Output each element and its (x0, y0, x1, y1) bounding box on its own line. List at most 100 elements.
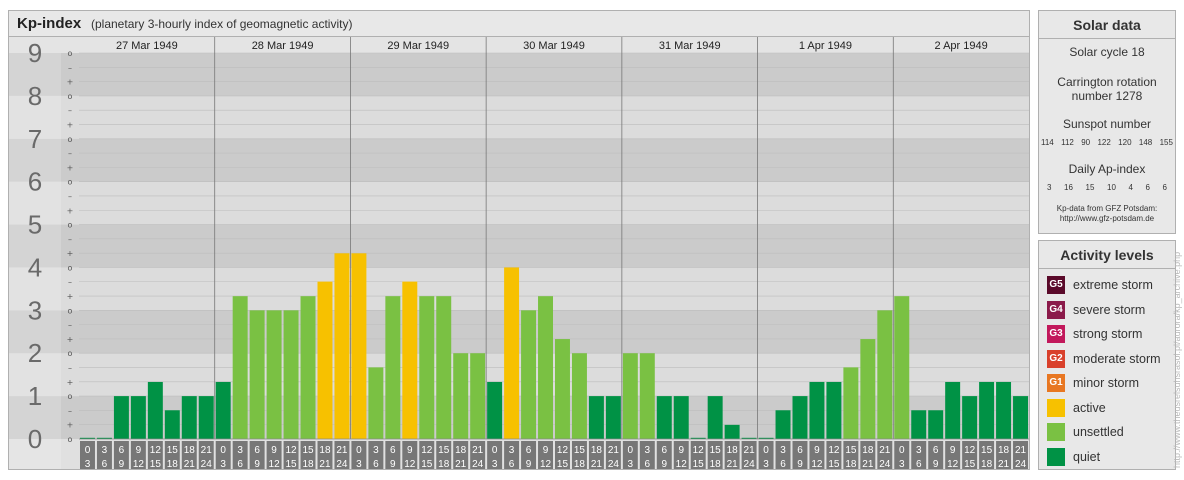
y-tick-label-4: 4 (28, 252, 42, 282)
hour-end-label: 9 (390, 459, 396, 469)
hour-end-label: 12 (947, 459, 959, 469)
legend-item-active: active (1047, 398, 1106, 418)
hour-start-label: 0 (220, 445, 226, 456)
kp-bar (436, 296, 452, 439)
hour-start-label: 9 (136, 445, 142, 456)
hour-start-label: 6 (526, 445, 532, 456)
legend-label: quiet (1073, 449, 1101, 464)
hour-start-label: 6 (390, 445, 396, 456)
hour-end-label: 12 (269, 459, 281, 469)
y-tick-label-7: 7 (28, 124, 42, 154)
legend-item-quiet: quiet (1047, 447, 1100, 467)
kp-bar (792, 396, 808, 439)
hour-start-label: 0 (628, 445, 634, 456)
kp-bar (283, 310, 299, 439)
hour-start-label: 21 (201, 445, 213, 456)
kp-bar (707, 396, 723, 439)
minor-tick-plus: + (67, 292, 74, 301)
hour-end-label: 21 (998, 459, 1010, 469)
kp-bar (317, 281, 333, 439)
kp-bar (809, 381, 825, 439)
kp-bar (351, 253, 367, 439)
legend-label: active (1073, 400, 1106, 415)
hour-end-label: 6 (102, 459, 108, 469)
hour-start-label: 3 (916, 445, 922, 456)
date-label: 31 Mar 1949 (659, 40, 721, 52)
hour-start-label: 6 (933, 445, 939, 456)
hour-start-label: 15 (845, 445, 857, 456)
legend-item-extreme-storm: G5 extreme storm (1047, 275, 1153, 295)
sunspot-value-3: 122 (1097, 138, 1111, 147)
hour-end-label: 6 (373, 459, 379, 469)
kp-bar (656, 396, 672, 439)
hour-start-label: 12 (285, 445, 297, 456)
hour-end-label: 6 (916, 459, 922, 469)
kp-bar (181, 396, 197, 439)
hour-end-label: 12 (676, 459, 688, 469)
hour-start-label: 3 (780, 445, 786, 456)
sunspot-value-2: 90 (1081, 138, 1091, 147)
hour-end-label: 24 (1015, 459, 1027, 469)
hour-end-label: 18 (710, 459, 722, 469)
hour-start-label: 6 (661, 445, 667, 456)
kp-band-6 (9, 138, 1029, 182)
hour-start-label: 18 (319, 445, 331, 456)
minor-tick-o: o (68, 349, 73, 358)
hour-end-label: 24 (744, 459, 756, 469)
minor-tick-o: o (68, 435, 73, 444)
kp-bar (402, 281, 418, 439)
hour-start-label: 12 (964, 445, 976, 456)
minor-tick-o: o (68, 221, 73, 230)
hour-start-label: 12 (150, 445, 162, 456)
kp-bar (979, 381, 995, 439)
hour-end-label: 12 (133, 459, 145, 469)
minor-tick-minus: – (68, 106, 72, 115)
hour-start-label: 6 (254, 445, 260, 456)
hour-end-label: 21 (591, 459, 603, 469)
kp-bar (555, 339, 570, 439)
hour-end-label: 15 (828, 459, 840, 469)
kp-index-panel: Kp-index (planetary 3-hourly index of ge… (8, 10, 1030, 470)
hour-start-label: 9 (543, 445, 549, 456)
kp-bar (996, 381, 1012, 439)
source-link[interactable]: http://www.gfz-potsdam.de (1039, 214, 1175, 223)
chart-subtitle: (planetary 3-hourly index of geomagnetic… (91, 17, 353, 31)
hour-end-label: 12 (404, 459, 416, 469)
sunspot-value-0: 114 (1041, 138, 1054, 147)
y-tick-label-6: 6 (28, 167, 42, 197)
minor-tick-plus: + (67, 378, 74, 387)
kp-bar (945, 381, 961, 439)
ap-values: 3 16 15 10 4 6 6 (1041, 183, 1173, 192)
kp-bar (198, 396, 214, 439)
minor-tick-o: o (68, 49, 73, 58)
legend-swatch: G2 (1047, 349, 1065, 368)
hour-end-label: 9 (933, 459, 939, 469)
legend-swatch: G5 (1047, 276, 1065, 294)
hour-end-label: 3 (899, 459, 905, 469)
ap-value-2: 15 (1085, 183, 1095, 192)
hour-end-label: 24 (608, 459, 620, 469)
hour-start-label: 21 (336, 445, 348, 456)
kp-bar (470, 353, 486, 439)
hour-end-label: 21 (184, 459, 196, 469)
minor-tick-plus: + (67, 78, 74, 87)
hour-start-label: 18 (455, 445, 467, 456)
kp-bar (826, 381, 842, 439)
hour-start-label: 12 (828, 445, 840, 456)
hour-end-label: 18 (981, 459, 993, 469)
hour-end-label: 21 (319, 459, 331, 469)
hour-end-label: 3 (85, 459, 91, 469)
kp-bar (538, 296, 553, 439)
hour-start-label: 3 (102, 445, 108, 456)
hour-end-label: 21 (727, 459, 739, 469)
hour-end-label: 21 (862, 459, 874, 469)
hour-end-label: 24 (472, 459, 484, 469)
hour-end-label: 18 (438, 459, 450, 469)
y-tick-label-5: 5 (28, 210, 42, 240)
date-label: 28 Mar 1949 (252, 40, 314, 52)
hour-start-label: 21 (608, 445, 620, 456)
minor-tick-o: o (68, 392, 73, 401)
minor-tick-minus: – (68, 63, 72, 72)
kp-bar (962, 396, 978, 439)
kp-bar (571, 353, 587, 439)
